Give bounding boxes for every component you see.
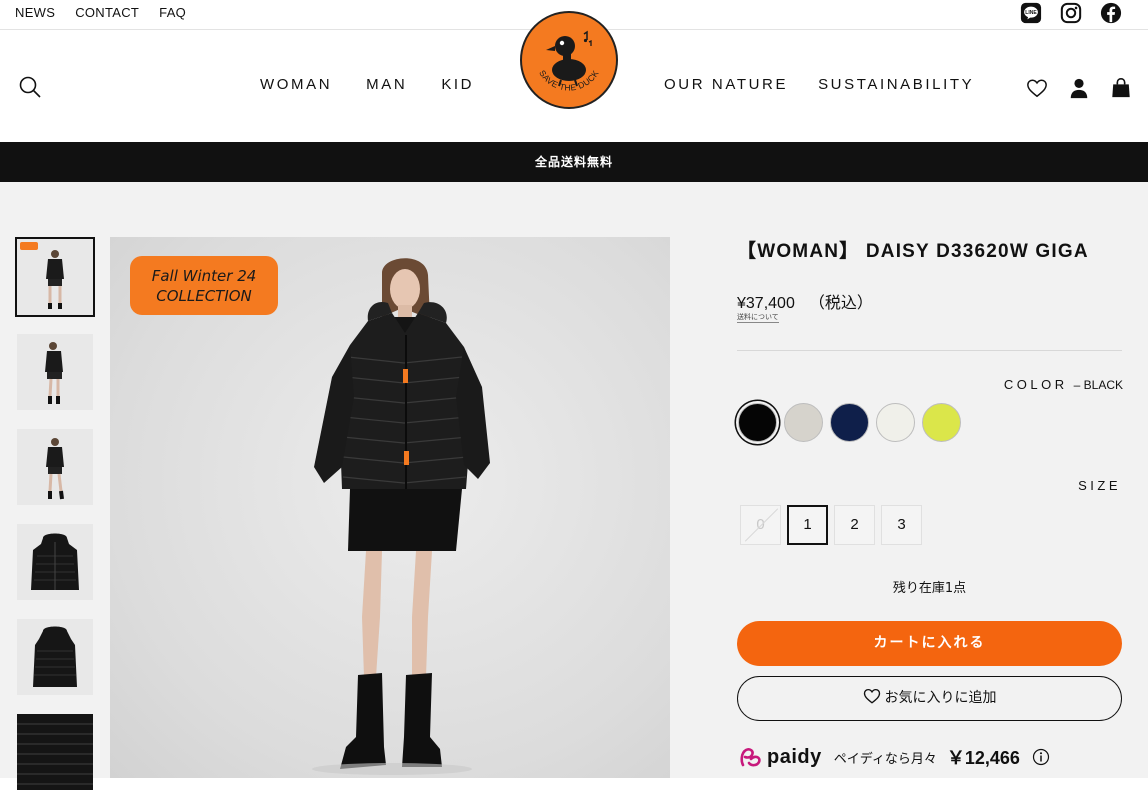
size-option-3[interactable]: 3 [881,505,922,545]
info-icon[interactable] [1032,748,1050,766]
paidy-brand: paidy [767,745,822,768]
swatch-beige[interactable] [784,403,823,442]
size-option-2[interactable]: 2 [834,505,875,545]
size-option-0[interactable]: 0 [740,505,781,545]
heart-outline-icon [863,688,880,704]
logo[interactable]: SAVE THE DUCK [519,10,619,110]
divider [737,350,1122,351]
nav-woman[interactable]: WOMAN [260,76,332,93]
price-value: ¥37,400 [737,295,795,312]
thumbnail-3[interactable] [17,429,93,505]
stock-status: 残り在庫1点 [892,581,967,596]
paidy-text: ペイディなら月々 [833,751,937,767]
nav-kid[interactable]: KID [441,76,474,93]
swatch-black[interactable] [738,403,777,442]
tax-note: （税込） [808,295,873,312]
user-icon[interactable] [1068,77,1090,99]
bag-icon[interactable] [1110,77,1132,99]
news-link[interactable]: NEWS [15,5,55,20]
collection-badge: Fall Winter 24 COLLECTION [130,256,278,315]
facebook-icon[interactable] [1100,2,1122,24]
product-section: Fall Winter 24 COLLECTION 【WOMAN】 DAISY … [0,182,1148,790]
faq-link[interactable]: FAQ [159,5,186,20]
nav-sustainability[interactable]: SUSTAINABILITY [818,76,974,93]
paidy-logo-icon [740,748,761,767]
thumbnail-2[interactable] [17,334,93,410]
free-shipping-banner: 全品送料無料 [0,142,1148,182]
search-icon[interactable] [18,75,42,99]
color-value: – BLACK [1073,378,1123,392]
thumbnail-1[interactable] [15,237,95,317]
main-header: WOMAN MAN KID SAVE THE DUCK OUR NATURE S… [0,11,1148,142]
nav-man[interactable]: MAN [366,76,407,93]
svg-text:LINE: LINE [1025,10,1037,16]
badge-line-1: Fall Winter 24 [151,267,257,285]
add-to-cart-button[interactable]: カートに入れる [737,621,1122,666]
main-product-image[interactable]: Fall Winter 24 COLLECTION [110,237,670,778]
add-to-favorites-button[interactable]: お気に入りに追加 [737,676,1122,721]
contact-link[interactable]: CONTACT [75,5,139,20]
utility-links: NEWS CONTACT FAQ [15,5,186,20]
heart-icon[interactable] [1026,77,1048,99]
header-icons [1026,77,1132,99]
model-illustration [312,258,490,775]
swatch-navy[interactable] [830,403,869,442]
thumbnail-6[interactable] [17,714,93,790]
swatch-white[interactable] [876,403,915,442]
color-label: COLOR – BLACK [1004,377,1123,392]
color-swatches [738,403,961,442]
thumbnail-5[interactable] [17,619,93,695]
favorite-label: お気に入りに追加 [884,690,997,706]
paidy-amount: ￥12,466 [946,748,1020,768]
badge-line-2: COLLECTION [156,287,252,305]
price: ¥37,400 （税込） [737,289,873,313]
thumbnail-list [15,237,95,809]
nav-left: WOMAN MAN KID [260,76,474,93]
shipping-info-link[interactable]: 送料について [737,312,779,323]
size-option-1[interactable]: 1 [787,505,828,545]
paidy-installment: paidy ペイディなら月々 ￥12,466 [739,744,1050,770]
product-title: 【WOMAN】 DAISY D33620W GIGA [737,241,1089,262]
social-links: LINE [1020,2,1122,24]
color-label-text: COLOR [1003,377,1068,392]
line-icon[interactable]: LINE [1020,2,1042,24]
swatch-lime[interactable] [922,403,961,442]
size-label: SIZE [1078,478,1121,493]
thumbnail-4[interactable] [17,524,93,600]
instagram-icon[interactable] [1060,2,1082,24]
nav-right: OUR NATURE SUSTAINABILITY [664,76,974,93]
nav-our-nature[interactable]: OUR NATURE [664,76,788,93]
size-options: 0 1 2 3 [740,505,922,545]
